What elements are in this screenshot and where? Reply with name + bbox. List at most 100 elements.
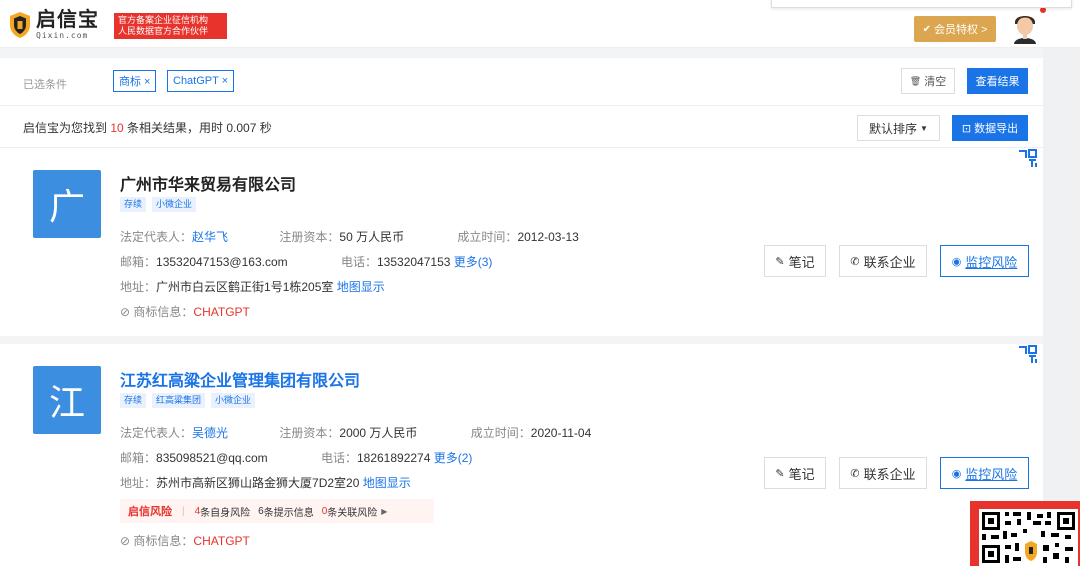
note-label: 笔记	[788, 254, 815, 270]
monitor-risk-button[interactable]: ◉ 监控风险	[940, 457, 1029, 489]
caret-right-icon: ▶	[381, 506, 388, 516]
legal-rep-link[interactable]: 吴德光	[192, 426, 228, 440]
dropdown-panel-edge	[771, 0, 1072, 8]
risk-summary-bar[interactable]: 启信风险 | 4 条自身风险 6 条提示信息 0 条关联风险 ▶	[120, 499, 434, 523]
export-icon: ⊡	[961, 122, 972, 135]
founded-value: 2020-11-04	[530, 426, 592, 440]
result-summary-bar: 启信宝为您找到 10 条相关结果，用时 0.007 秒 默认排序 ▼ ⊡ 数据导…	[0, 106, 1043, 148]
info-line-trademark: ⊘ 商标信息：CHATGPT	[120, 532, 250, 549]
map-link[interactable]: 地图显示	[363, 476, 411, 490]
logo-domain: Qixin.com	[36, 31, 89, 40]
trash-icon: 🗑	[909, 75, 922, 86]
status-tags: 存续 红高粱集团 小微企业	[120, 393, 256, 408]
vip-icon: ✔	[922, 23, 931, 35]
phone-icon: ✆	[850, 255, 860, 268]
monitor-icon: ◉	[951, 255, 962, 268]
legal-rep-key: 法定代表人：	[120, 230, 193, 244]
tag-status: 存续	[120, 197, 147, 212]
contact-label: 联系企业	[863, 254, 916, 270]
tag-group: 红高粱集团	[152, 393, 206, 408]
summary-suffix: 条相关结果，用时 0.007 秒	[123, 121, 272, 135]
floating-qr-code[interactable]	[970, 501, 1080, 566]
legal-rep-key: 法定代表人：	[120, 426, 193, 440]
monitor-risk-button[interactable]: ◉ 监控风险	[940, 245, 1029, 277]
email-key: 邮箱：	[120, 255, 157, 269]
cert-line-1: 官方备案企业征信机构	[118, 15, 209, 25]
legal-rep-link[interactable]: 赵华飞	[192, 230, 228, 244]
monitor-label: 监控风险	[965, 466, 1018, 482]
link-icon: ⊘	[120, 534, 131, 548]
logo-wordmark: 启信宝	[36, 9, 99, 31]
founded-key: 成立时间：	[470, 426, 531, 440]
phone-key: 电话：	[340, 255, 377, 269]
status-tags: 存续 小微企业	[120, 197, 197, 212]
qr-pattern-icon	[982, 512, 1075, 563]
sort-dropdown[interactable]: 默认排序 ▼	[857, 115, 940, 141]
company-card: 江 江苏红高粱企业管理集团有限公司 存续 红高粱集团 小微企业 法定代表人：吴德…	[0, 344, 1043, 566]
company-avatar[interactable]: 广	[33, 170, 101, 238]
monitor-icon: ◉	[951, 467, 962, 480]
tag-status: 存续	[120, 393, 147, 408]
vip-label: 会员特权 >	[933, 24, 988, 36]
edit-icon: ✎	[775, 255, 785, 268]
contact-company-button[interactable]: ✆ 联系企业	[839, 457, 927, 489]
shield-logo-icon	[10, 12, 30, 38]
tag-size: 小微企业	[152, 197, 197, 212]
qr-code-image	[979, 509, 1078, 566]
note-button[interactable]: ✎ 笔记	[764, 245, 826, 277]
info-line-registration: 法定代表人：赵华飞 注册资本：50 万人民币 成立时间：2012-03-13	[120, 228, 579, 245]
info-line-address: 地址：广州市白云区鹤正街1号1栋205室 地图显示	[120, 278, 385, 295]
info-line-trademark: ⊘ 商标信息：CHATGPT	[120, 303, 250, 320]
export-data-button[interactable]: ⊡ 数据导出	[952, 115, 1028, 141]
export-label: 数据导出	[974, 123, 1019, 135]
result-count: 10	[110, 121, 124, 135]
contact-company-button[interactable]: ✆ 联系企业	[839, 245, 927, 277]
risk-hint-label: 条提示信息	[263, 507, 314, 519]
phone-icon: ✆	[850, 467, 860, 480]
founded-key: 成立时间：	[457, 230, 518, 244]
filter-bar: 已选条件 商标 × ChatGPT × 🗑 清空 查看结果	[0, 58, 1043, 106]
risk-brand-label: 启信风险	[128, 506, 172, 518]
company-name[interactable]: 江苏红高粱企业管理集团有限公司	[120, 367, 360, 391]
address-value: 广州市白云区鹤正街1号1栋205室	[156, 280, 334, 294]
filter-chip-trademark[interactable]: 商标 ×	[113, 70, 157, 92]
note-button[interactable]: ✎ 笔记	[764, 457, 826, 489]
capital-value: 2000 万人民币	[339, 426, 418, 440]
risk-related-label: 条关联风险	[327, 507, 378, 519]
map-link[interactable]: 地图显示	[337, 280, 385, 294]
more-phones-link[interactable]: 更多(2)	[434, 451, 473, 465]
info-line-contact: 邮箱：13532047153@163.com 电话：13532047153 更多…	[120, 253, 492, 270]
address-value: 苏州市高新区狮山路金狮大厦7D2室20	[156, 476, 360, 490]
right-gutter	[1043, 48, 1080, 566]
filter-chip-chatgpt[interactable]: ChatGPT ×	[167, 70, 235, 92]
info-line-address: 地址：苏州市高新区狮山路金狮大厦7D2室20 地图显示	[120, 474, 411, 491]
address-key: 地址：	[120, 476, 157, 490]
caret-down-icon: ▼	[920, 123, 928, 133]
risk-separator: |	[182, 505, 185, 517]
trademark-value: CHATGPT	[193, 534, 250, 548]
address-key: 地址：	[120, 280, 157, 294]
user-avatar[interactable]	[1008, 10, 1042, 44]
selected-conditions-label: 已选条件	[23, 79, 67, 91]
company-name[interactable]: 广州市华来贸易有限公司	[120, 171, 296, 195]
tag-size: 小微企业	[211, 393, 256, 408]
trademark-value: CHATGPT	[193, 305, 250, 319]
more-phones-link[interactable]: 更多(3)	[454, 255, 493, 269]
link-icon: ⊘	[120, 305, 131, 319]
site-logo[interactable]: 启信宝 Qixin.com	[8, 10, 99, 40]
qr-code-icon[interactable]	[1018, 344, 1038, 364]
phone-value: 13532047153	[377, 255, 451, 269]
view-results-button[interactable]: 查看结果	[967, 68, 1028, 94]
risk-self-label: 条自身风险	[200, 507, 251, 519]
monitor-label: 监控风险	[965, 254, 1018, 270]
cert-line-2: 人民数据官方合作伙伴	[118, 26, 209, 36]
capital-key: 注册资本：	[279, 426, 340, 440]
qr-code-icon[interactable]	[1018, 148, 1038, 168]
sort-label: 默认排序	[869, 121, 918, 136]
clear-button[interactable]: 🗑 清空	[901, 68, 955, 94]
clear-label: 清空	[924, 76, 947, 88]
vip-privilege-button[interactable]: ✔ 会员特权 >	[914, 16, 996, 42]
email-value: 835098521@qq.com	[156, 451, 268, 465]
company-avatar[interactable]: 江	[33, 366, 101, 434]
trademark-key: 商标信息：	[133, 534, 194, 548]
